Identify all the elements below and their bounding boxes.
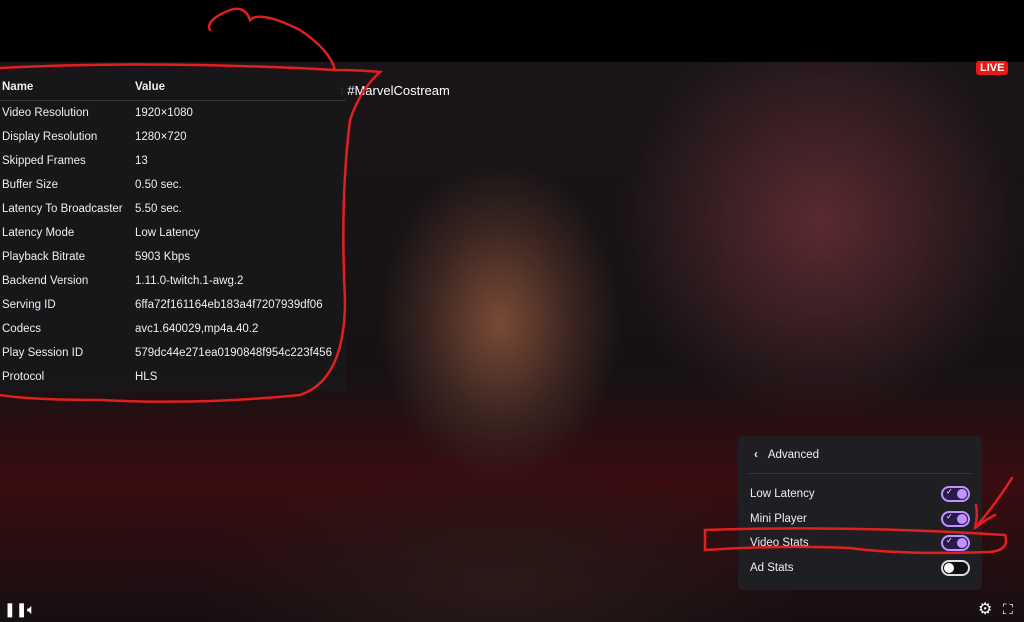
stats-row: Latency Mode Low Latency bbox=[0, 221, 346, 245]
setting-low-latency: Low Latency ✓ bbox=[738, 482, 982, 507]
stats-row: Skipped Frames 13 bbox=[0, 149, 346, 173]
video-stats-panel: Name Value Video Resolution 1920×1080 Displ… bbox=[0, 73, 346, 391]
toggle-switch[interactable]: ✓ bbox=[941, 510, 970, 527]
value-header: Value bbox=[135, 80, 166, 93]
toggle-switch[interactable]: ✓ bbox=[941, 486, 970, 503]
stat-value: 579dc44e271ea0190848f954c223f456 bbox=[135, 347, 332, 359]
check-icon: ✓ bbox=[946, 536, 953, 546]
stat-name: Serving ID bbox=[2, 299, 56, 311]
setting-label: Video Stats bbox=[750, 537, 809, 550]
stat-value: 6ffa72f161164eb183a4f7207939df06 bbox=[135, 299, 323, 311]
setting-label: Mini Player bbox=[750, 512, 807, 525]
stream-title: t #MarvelCostream bbox=[340, 83, 450, 98]
stats-row: Serving ID 6ffa72f161164eb183a4f7207939df… bbox=[0, 293, 346, 317]
stats-row: Playback Bitrate 5903 Kbps bbox=[0, 245, 346, 269]
stats-row: Codecs avc1.640029,mp4a.40.2 bbox=[0, 317, 346, 341]
setting-ad-stats: Ad Stats bbox=[738, 556, 982, 581]
stats-row: Buffer Size 0.50 sec. bbox=[0, 173, 346, 197]
stat-name: Latency Mode bbox=[2, 227, 75, 239]
stats-header: Name Value bbox=[0, 73, 346, 101]
name-header: Name bbox=[2, 80, 34, 93]
stat-name: Buffer Size bbox=[2, 179, 59, 191]
stats-row: Display Resolution 1280×720 bbox=[0, 125, 346, 149]
gear-icon[interactable]: ⚙ bbox=[978, 599, 992, 619]
stat-value: 5.50 sec. bbox=[135, 203, 182, 215]
stats-row: Latency To Broadcaster 5.50 sec. bbox=[0, 197, 346, 221]
live-badge: LIVE bbox=[976, 61, 1009, 75]
stat-value: 13 bbox=[135, 155, 148, 167]
stat-name: Video Resolution bbox=[2, 107, 89, 119]
toggle-switch[interactable]: ✓ bbox=[941, 535, 970, 552]
stat-value: 1280×720 bbox=[135, 131, 187, 143]
stat-name: Playback Bitrate bbox=[2, 251, 86, 263]
stat-name: Skipped Frames bbox=[2, 155, 86, 167]
setting-mini-player: Mini Player ✓ bbox=[738, 507, 982, 532]
setting-video-stats: Video Stats ✓ bbox=[738, 531, 982, 556]
stat-name: Play Session ID bbox=[2, 347, 84, 359]
volume-icon[interactable]: 🔈︎ bbox=[27, 601, 35, 618]
pause-icon[interactable]: ❚❚ bbox=[4, 601, 27, 618]
stat-name: Display Resolution bbox=[2, 131, 98, 143]
toggle-switch[interactable] bbox=[941, 559, 970, 576]
stat-value: 1.11.0-twitch.1-awg.2 bbox=[135, 275, 244, 287]
stat-value: avc1.640029,mp4a.40.2 bbox=[135, 323, 259, 335]
stat-value: Low Latency bbox=[135, 227, 200, 239]
stat-name: Protocol bbox=[2, 371, 45, 383]
exit-fullscreen-icon[interactable]: ⛶ bbox=[1003, 601, 1013, 618]
stat-name: Latency To Broadcaster bbox=[2, 203, 123, 215]
stats-row: Backend Version 1.11.0-twitch.1-awg.2 bbox=[0, 269, 346, 293]
stat-value: 0.50 sec. bbox=[135, 179, 182, 191]
stat-value: 1920×1080 bbox=[135, 107, 193, 119]
stat-name: Backend Version bbox=[2, 275, 89, 287]
back-button[interactable]: ‹ Advanced bbox=[748, 436, 972, 474]
settings-menu: ‹ Advanced Low Latency ✓ Mini Player ✓ Video … bbox=[738, 436, 982, 590]
stats-row: Protocol HLS bbox=[0, 365, 346, 389]
check-icon: ✓ bbox=[946, 511, 953, 521]
check-icon: ✓ bbox=[946, 487, 953, 497]
stats-row: Play Session ID 579dc44e271ea0190848f954c… bbox=[0, 341, 346, 365]
stat-name: Codecs bbox=[2, 323, 41, 335]
stat-value: 5903 Kbps bbox=[135, 251, 190, 263]
menu-title: Advanced bbox=[767, 448, 819, 461]
stats-row: Video Resolution 1920×1080 bbox=[0, 101, 346, 125]
setting-label: Ad Stats bbox=[750, 561, 794, 574]
setting-label: Low Latency bbox=[750, 488, 815, 501]
chevron-left-icon: ‹ bbox=[754, 448, 758, 461]
stat-value: HLS bbox=[135, 371, 158, 383]
